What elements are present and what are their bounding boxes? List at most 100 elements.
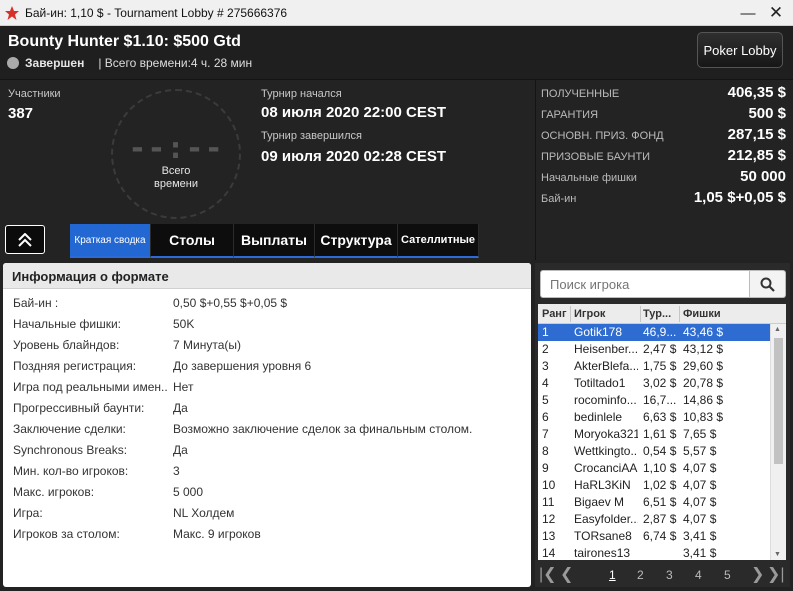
chips-cell: 3,41 $ — [683, 546, 717, 560]
table-row[interactable]: 8 Wettkingto... 0,54 $ 5,57 $ — [538, 443, 786, 460]
tur-cell: 6,63 $ — [643, 410, 677, 424]
page-3[interactable]: 3 — [666, 568, 673, 582]
start-value: 08 июля 2020 22:00 CEST — [261, 104, 447, 121]
scroll-thumb[interactable] — [774, 338, 783, 464]
rank-cell: 7 — [542, 427, 549, 441]
tur-cell: 1,10 $ — [643, 461, 677, 475]
format-row: Начальные фишки: 50K — [13, 314, 523, 334]
player-name-cell: TORsane8 — [574, 529, 632, 543]
stat-value: 212,85 $ — [727, 147, 786, 164]
collapse-button[interactable] — [5, 225, 45, 254]
table-row[interactable]: 6 bedinlele 6,63 $ 10,83 $ — [538, 409, 786, 426]
search-button[interactable] — [750, 270, 786, 298]
format-key: Начальные фишки: — [13, 317, 122, 331]
table-row[interactable]: 14 tairones13 3,41 $ — [538, 545, 786, 560]
players-scrollbar[interactable]: ▲ ▼ — [770, 324, 786, 560]
format-key: Игроков за столом: — [13, 527, 120, 541]
stat-row: ОСНОВН. ПРИЗ. ФОНД 287,15 $ — [541, 126, 786, 146]
tab-satellites[interactable]: Сателлитные — [398, 224, 479, 258]
player-search-box — [540, 270, 750, 298]
player-search-input[interactable] — [541, 271, 749, 297]
close-button[interactable]: ✕ — [761, 0, 791, 26]
table-row[interactable]: 7 Moryoka321 1,61 $ 7,65 $ — [538, 426, 786, 443]
minimize-button[interactable]: — — [733, 0, 763, 26]
stat-label: ГАРАНТИЯ — [541, 109, 599, 121]
last-page-icon[interactable]: ❯| — [767, 564, 785, 584]
player-name-cell: Heisenber... — [574, 342, 638, 356]
format-key: Игра: — [13, 506, 43, 520]
format-value: 7 Минута(ы) — [173, 338, 241, 352]
player-name-cell: rocominfo... — [574, 393, 637, 407]
player-name-cell: CrocanciAA — [574, 461, 638, 475]
page-4[interactable]: 4 — [695, 568, 702, 582]
table-row[interactable]: 5 rocominfo... 16,7... 14,86 $ — [538, 392, 786, 409]
table-row[interactable]: 13 TORsane8 6,74 $ 3,41 $ — [538, 528, 786, 545]
col-tur-header[interactable]: Тур... — [643, 308, 680, 320]
col-player-header[interactable]: Игрок — [574, 308, 638, 320]
chips-cell: 43,46 $ — [683, 325, 724, 339]
pokerstars-logo-icon — [5, 5, 19, 20]
format-row: Заключение сделки: Возможно заключение сд… — [13, 419, 523, 439]
tournament-header: Bounty Hunter $1.10: $500 Gtd Завершен |… — [0, 26, 793, 80]
col-rank-header[interactable]: Ранг — [542, 308, 570, 320]
page-2[interactable]: 2 — [637, 568, 644, 582]
table-row[interactable]: 10 HaRL3KiN 1,02 $ 4,07 $ — [538, 477, 786, 494]
tur-cell: 2,47 $ — [643, 342, 677, 356]
tur-cell: 46,9... — [643, 325, 677, 339]
search-icon — [760, 277, 775, 292]
table-row[interactable]: 11 Bigaev M 6,51 $ 4,07 $ — [538, 494, 786, 511]
scroll-up-icon[interactable]: ▲ — [774, 326, 781, 333]
format-value: Макс. 9 игроков — [173, 527, 261, 541]
chips-cell: 10,83 $ — [683, 410, 724, 424]
total-time: | Всего времени:4 ч. 28 мин — [98, 56, 253, 70]
pagination: |❮ ❮ 1 2 3 4 5 ❯ ❯| — [535, 563, 790, 585]
player-name-cell: AkterBlefa... — [574, 359, 638, 373]
scroll-down-icon[interactable]: ▼ — [774, 551, 781, 558]
tab-structure[interactable]: Структура — [315, 224, 398, 258]
table-row[interactable]: 1 Gotik178 46,9... 43,46 $ — [538, 324, 786, 341]
tab-payouts[interactable]: Выплаты — [234, 224, 315, 258]
format-key: Мин. кол-во игроков: — [13, 464, 129, 478]
table-row[interactable]: 3 AkterBlefa... 1,75 $ 29,60 $ — [538, 358, 786, 375]
format-value: Возможно заключение сделок за финальным … — [173, 422, 473, 436]
column-divider — [570, 306, 571, 322]
stat-value: 500 $ — [748, 105, 786, 122]
player-name-cell: Bigaev M — [574, 495, 625, 509]
next-page-icon[interactable]: ❯ — [751, 564, 764, 584]
format-value: 5 000 — [173, 485, 204, 499]
chips-cell: 20,78 $ — [683, 376, 724, 390]
prev-page-icon[interactable]: ❮ — [560, 564, 573, 584]
rank-cell: 3 — [542, 359, 549, 373]
first-page-icon[interactable]: |❮ — [539, 564, 557, 584]
table-row[interactable]: 12 Easyfolder... 2,87 $ 4,07 $ — [538, 511, 786, 528]
format-key: Бай-ин : — [13, 296, 59, 310]
players-table: Ранг Игрок Тур... Фишки 1 Gotik178 46,9...… — [538, 304, 786, 560]
table-row[interactable]: 4 Totiltado1 3,02 $ 20,78 $ — [538, 375, 786, 392]
format-value: 50K — [173, 317, 195, 331]
format-row: Игра: NL Холдем — [13, 503, 523, 523]
poker-lobby-button[interactable]: Poker Lobby — [697, 32, 783, 68]
tab-summary[interactable]: Краткая сводка — [70, 224, 151, 258]
format-row: Игра под реальными имен... Нет — [13, 377, 523, 397]
window-title: Бай-ин: 1,10 $ - Tournament Lobby # 2756… — [25, 5, 288, 20]
col-chips-header[interactable]: Фишки — [683, 308, 763, 320]
stat-value: 1,05 $+0,05 $ — [693, 189, 786, 206]
format-row: Synchronous Breaks: Да — [13, 440, 523, 460]
stat-label: ПРИЗОВЫЕ БАУНТИ — [541, 151, 651, 163]
player-name-cell: Wettkingto... — [574, 444, 638, 458]
table-row[interactable]: 9 CrocanciAA 1,10 $ 4,07 $ — [538, 460, 786, 477]
format-key: Игра под реальными имен... — [13, 380, 168, 394]
tab-tables[interactable]: Столы — [151, 224, 234, 258]
player-name-cell: HaRL3KiN — [574, 478, 631, 492]
tournament-clock: --:-- Всего времени — [111, 89, 241, 219]
stat-value: 406,35 $ — [727, 84, 786, 101]
end-value: 09 июля 2020 02:28 CEST — [261, 148, 447, 165]
format-value: Да — [173, 401, 188, 415]
tournament-status: Завершен | Всего времени:4 ч. 28 мин — [7, 56, 258, 70]
tournament-lobby-window: Бай-ин: 1,10 $ - Tournament Lobby # 2756… — [0, 0, 793, 591]
page-5[interactable]: 5 — [724, 568, 731, 582]
player-name-cell: Easyfolder... — [574, 512, 638, 526]
page-1[interactable]: 1 — [609, 568, 616, 582]
table-row[interactable]: 2 Heisenber... 2,47 $ 43,12 $ — [538, 341, 786, 358]
format-key: Прогрессивный баунти: — [13, 401, 145, 415]
